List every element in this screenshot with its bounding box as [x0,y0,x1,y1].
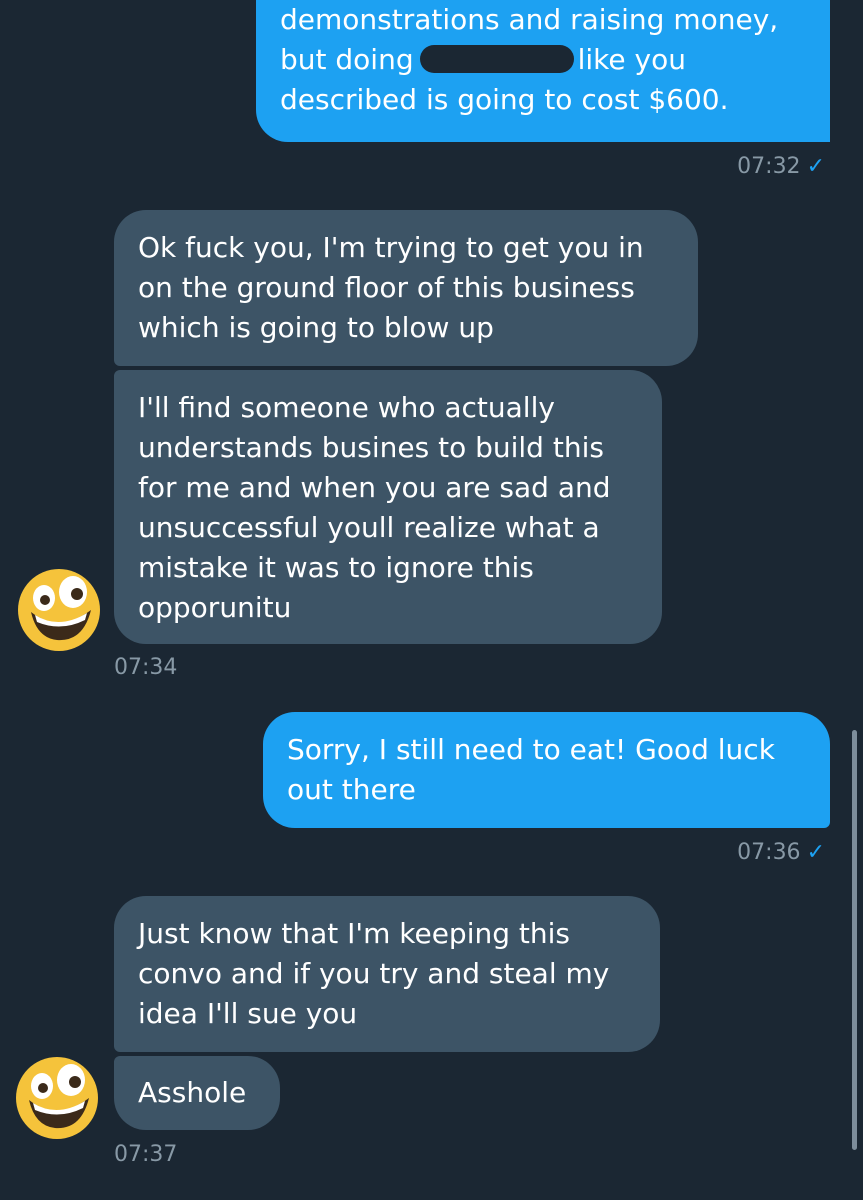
message-timestamp: 07:34 [114,655,177,680]
checkmark-icon: ✓ [806,840,825,865]
timestamp-text: 07:34 [114,655,178,680]
message-line: which is going to blow up [138,311,494,344]
message-line: convo and if you try and steal my [138,957,610,990]
message-line: unsuccessful youll realize what a [138,511,600,544]
grinning-face-icon[interactable] [17,568,101,652]
message-bubble-incoming[interactable]: Ok fuck you, I'm trying to get you in on… [114,210,698,366]
message-line: Sorry, I still need to eat! Good luck [287,733,775,766]
message-line: mistake it was to ignore this [138,551,534,584]
message-timestamp: 07:36 ✓ [737,840,825,865]
timestamp-text: 07:37 [114,1142,178,1167]
redaction-bar [419,45,574,73]
message-line: but doing like you [280,40,806,80]
message-text: but doing [280,43,414,76]
message-line: demonstrations and raising money, [280,3,779,36]
message-text: like you [577,43,686,76]
grinning-face-icon[interactable] [15,1056,99,1140]
message-line: understands busines to build this [138,431,604,464]
scrollbar[interactable] [852,730,857,1150]
message-line: Just know that I'm keeping this [138,917,570,950]
message-line: idea I'll sue you [138,997,358,1030]
message-line: opporunitu [138,591,292,624]
message-line: Ok fuck you, I'm trying to get you in [138,231,644,264]
message-timestamp: 07:32 ✓ [737,154,825,179]
message-line: out there [287,773,416,806]
message-line: described is going to cost $600. [280,83,729,116]
message-timestamp: 07:37 [114,1142,177,1167]
message-bubble-outgoing[interactable]: Sorry, I still need to eat! Good luck ou… [263,712,830,828]
message-bubble-incoming[interactable]: I'll find someone who actually understan… [114,370,662,644]
message-line: on the ground floor of this business [138,271,635,304]
message-line: Asshole [138,1076,247,1109]
message-bubble-incoming[interactable]: Asshole [114,1056,280,1130]
checkmark-icon: ✓ [806,154,825,179]
message-line: for me and when you are sad and [138,471,611,504]
timestamp-text: 07:32 [737,154,801,179]
message-bubble-incoming[interactable]: Just know that I'm keeping this convo an… [114,896,660,1052]
message-bubble-outgoing[interactable]: demonstrations and raising money, but do… [256,0,830,142]
message-line: I'll find someone who actually [138,391,555,424]
timestamp-text: 07:36 [737,840,801,865]
